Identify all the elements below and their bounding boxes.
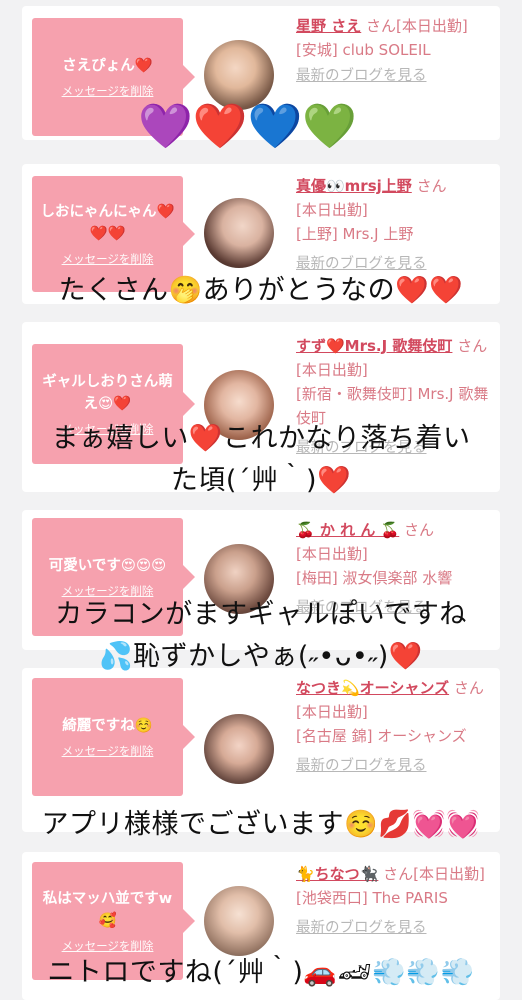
latest-blog-link[interactable]: 最新のブログを見る <box>296 64 492 88</box>
work-status: [本日出勤] <box>296 545 368 563</box>
avatar[interactable] <box>204 714 274 784</box>
avatar[interactable] <box>204 198 274 268</box>
delete-message-link[interactable]: メッセージを削除 <box>62 743 154 759</box>
shop-name: [梅田] 淑女倶楽部 水響 <box>296 569 453 587</box>
caption-line: た頃(´艸｀)❤️ <box>170 465 352 496</box>
message-bubble: 綺麗ですね☺️ メッセージを削除 <box>32 678 195 796</box>
delete-message-link[interactable]: メッセージを削除 <box>62 83 154 99</box>
hearts-sticker: 💜❤️💙💚 <box>138 101 358 152</box>
message-text: しおにゃんにゃん❤️❤️❤️ <box>40 204 175 242</box>
profile-name-link[interactable]: 🍒 か れ ん 🍒 <box>296 521 399 539</box>
message-text: 私はマッハ並ですw🥰 <box>42 891 173 929</box>
work-status: [本日出勤] <box>296 361 368 379</box>
work-status: [本日出勤] <box>396 17 468 35</box>
caption-line: カラコンがますギャルぽいですね <box>55 599 467 630</box>
avatar[interactable] <box>204 886 274 956</box>
delete-message-link[interactable]: メッセージを削除 <box>62 251 154 267</box>
shop-name: [池袋西口] The PARIS <box>296 889 448 907</box>
message-text: ギャルしおりさん萌え😍❤️ <box>42 374 173 412</box>
message-text: さえぴょん❤️ <box>62 58 153 74</box>
latest-blog-link[interactable]: 最新のブログを見る <box>296 754 492 778</box>
caption-line: 💦恥ずかしやぁ(˶•ᴗ•˶)❤️ <box>99 641 423 672</box>
honorific: さん <box>366 17 397 35</box>
profile-name-link[interactable]: 🐈ちなつ🐈‍⬛ <box>296 865 378 883</box>
caption-line: まぁ嬉しい❤️これかなり落ち着い <box>51 423 471 454</box>
work-status: [本日出勤] <box>413 865 485 883</box>
honorific: さん <box>404 521 435 539</box>
shop-name: [名古屋 錦] オーシャンズ <box>296 727 467 745</box>
message-text: 可愛いです😍😍😍 <box>48 558 167 574</box>
shop-name: [上野] Mrs.J 上野 <box>296 225 414 243</box>
profile-info: 星野 さえ さん[本日出勤] [安城] club SOLEIL 最新のブログを見… <box>296 14 492 88</box>
shop-name: [安城] club SOLEIL <box>296 41 431 59</box>
caption-line: ニトロですね(´艸｀)🚗🏎💨💨💨 <box>47 957 475 988</box>
profile-name-link[interactable]: 真優👀mrsj上野 <box>296 177 412 195</box>
profile-info: 真優👀mrsj上野 さん [本日出勤] [上野] Mrs.J 上野 最新のブログ… <box>296 174 492 276</box>
profile-name-link[interactable]: すず❤️Mrs.J 歌舞伎町 <box>296 337 452 355</box>
honorific: さん <box>416 177 447 195</box>
caption-line: アプリ様様でございます☺️💋💓💓 <box>41 809 481 840</box>
profile-info: なつき💫オーシャンズ さん [本日出勤] [名古屋 錦] オーシャンズ 最新のブロ… <box>296 676 492 778</box>
latest-blog-link[interactable]: 最新のブログを見る <box>296 916 492 940</box>
honorific: さん <box>457 337 488 355</box>
honorific: さん <box>453 679 484 697</box>
profile-info: 🐈ちなつ🐈‍⬛ さん[本日出勤] [池袋西口] The PARIS 最新のブログ… <box>296 862 492 940</box>
honorific: さん <box>383 865 414 883</box>
profile-name-link[interactable]: なつき💫オーシャンズ <box>296 679 449 697</box>
work-status: [本日出勤] <box>296 703 368 721</box>
work-status: [本日出勤] <box>296 201 368 219</box>
caption-line: たくさん🤭ありがとうなの❤️❤️ <box>58 275 464 306</box>
profile-name-link[interactable]: 星野 さえ <box>296 17 361 35</box>
message-text: 綺麗ですね☺️ <box>62 718 153 734</box>
